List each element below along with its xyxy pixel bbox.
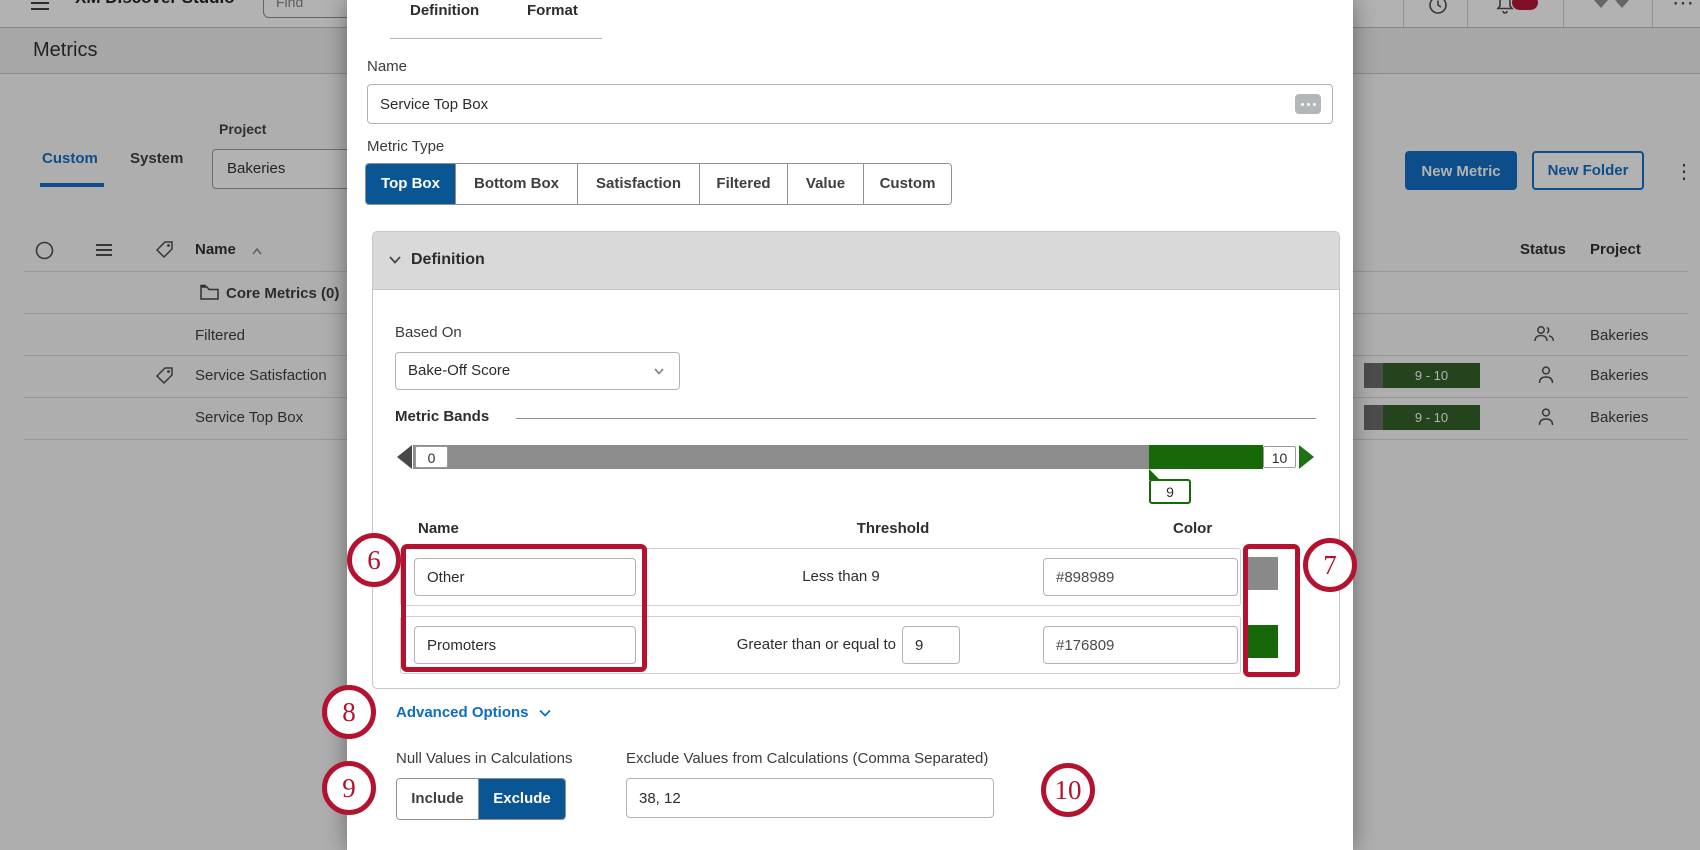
slider-green-band[interactable] [1149, 445, 1263, 469]
definition-panel-header[interactable]: Definition [373, 232, 1339, 290]
annotation-circle-10: 10 [1041, 763, 1095, 817]
metric-type-top-box[interactable]: Top Box [366, 164, 456, 204]
advanced-options-label: Advanced Options [396, 704, 529, 721]
collapse-chevron-icon [389, 256, 401, 264]
bands-header-threshold: Threshold [743, 520, 1043, 537]
annotation-rect-name-inputs [401, 544, 647, 672]
metric-type-group: Top Box Bottom Box Satisfaction Filtered… [365, 163, 952, 205]
null-values-toggle: Include Exclude [396, 778, 566, 820]
metric-type-value[interactable]: Value [788, 164, 864, 204]
metric-name-input[interactable] [367, 84, 1333, 124]
null-values-exclude[interactable]: Exclude [479, 779, 565, 819]
slider-min-box[interactable]: 0 [415, 446, 448, 468]
band-threshold-text: Less than 9 [701, 568, 981, 585]
exclude-values-label: Exclude Values from Calculations (Comma … [626, 750, 988, 767]
metric-bands-label: Metric Bands [395, 408, 489, 425]
metric-type-label: Metric Type [367, 138, 444, 155]
metric-type-filtered[interactable]: Filtered [700, 164, 788, 204]
advanced-options-chevron-icon [539, 709, 551, 717]
metric-name-label: Name [367, 58, 407, 75]
metric-editor-modal: Definition Format Name Metric Type Top B… [347, 0, 1353, 850]
metric-bands-rule [516, 418, 1316, 419]
slider-track[interactable] [413, 445, 1263, 469]
modal-tab-definition[interactable]: Definition [410, 2, 479, 19]
based-on-value: Bake-Off Score [408, 362, 510, 379]
advanced-options-link[interactable]: Advanced Options [396, 704, 551, 721]
slider-right-arrow-icon[interactable] [1299, 445, 1314, 469]
name-more-options-icon[interactable] [1295, 94, 1321, 114]
based-on-label: Based On [395, 324, 462, 341]
null-values-label: Null Values in Calculations [396, 750, 572, 767]
definition-panel-title: Definition [411, 251, 485, 269]
band-threshold-value-input[interactable] [902, 626, 960, 664]
annotation-circle-9: 9 [322, 761, 376, 815]
band-color-input[interactable] [1043, 626, 1238, 664]
modal-tab-format[interactable]: Format [527, 2, 578, 19]
band-threshold-prefix: Greater than or equal to [651, 636, 896, 653]
modal-tabs-divider [390, 38, 602, 39]
screen: XM Discover Studio Find ⋯ Metrics Custo [0, 0, 1700, 850]
annotation-circle-8: 8 [322, 685, 376, 739]
based-on-select[interactable]: Bake-Off Score [395, 352, 680, 390]
slider-left-arrow-icon[interactable] [397, 445, 412, 469]
select-chevron-icon [654, 368, 664, 375]
bands-header-color: Color [1173, 520, 1212, 537]
metric-type-custom[interactable]: Custom [864, 164, 951, 204]
slider-max-box[interactable]: 10 [1263, 446, 1296, 468]
metric-type-satisfaction[interactable]: Satisfaction [578, 164, 700, 204]
annotation-circle-6: 6 [347, 533, 401, 587]
exclude-values-input[interactable] [626, 778, 994, 818]
band-color-input[interactable] [1043, 558, 1238, 596]
metric-type-bottom-box[interactable]: Bottom Box [456, 164, 578, 204]
annotation-circle-7: 7 [1303, 538, 1357, 592]
slider-handle-flag[interactable]: 9 [1149, 479, 1191, 504]
annotation-rect-color-swatches [1243, 544, 1300, 677]
bands-header-name: Name [418, 520, 459, 537]
null-values-include[interactable]: Include [397, 779, 479, 819]
